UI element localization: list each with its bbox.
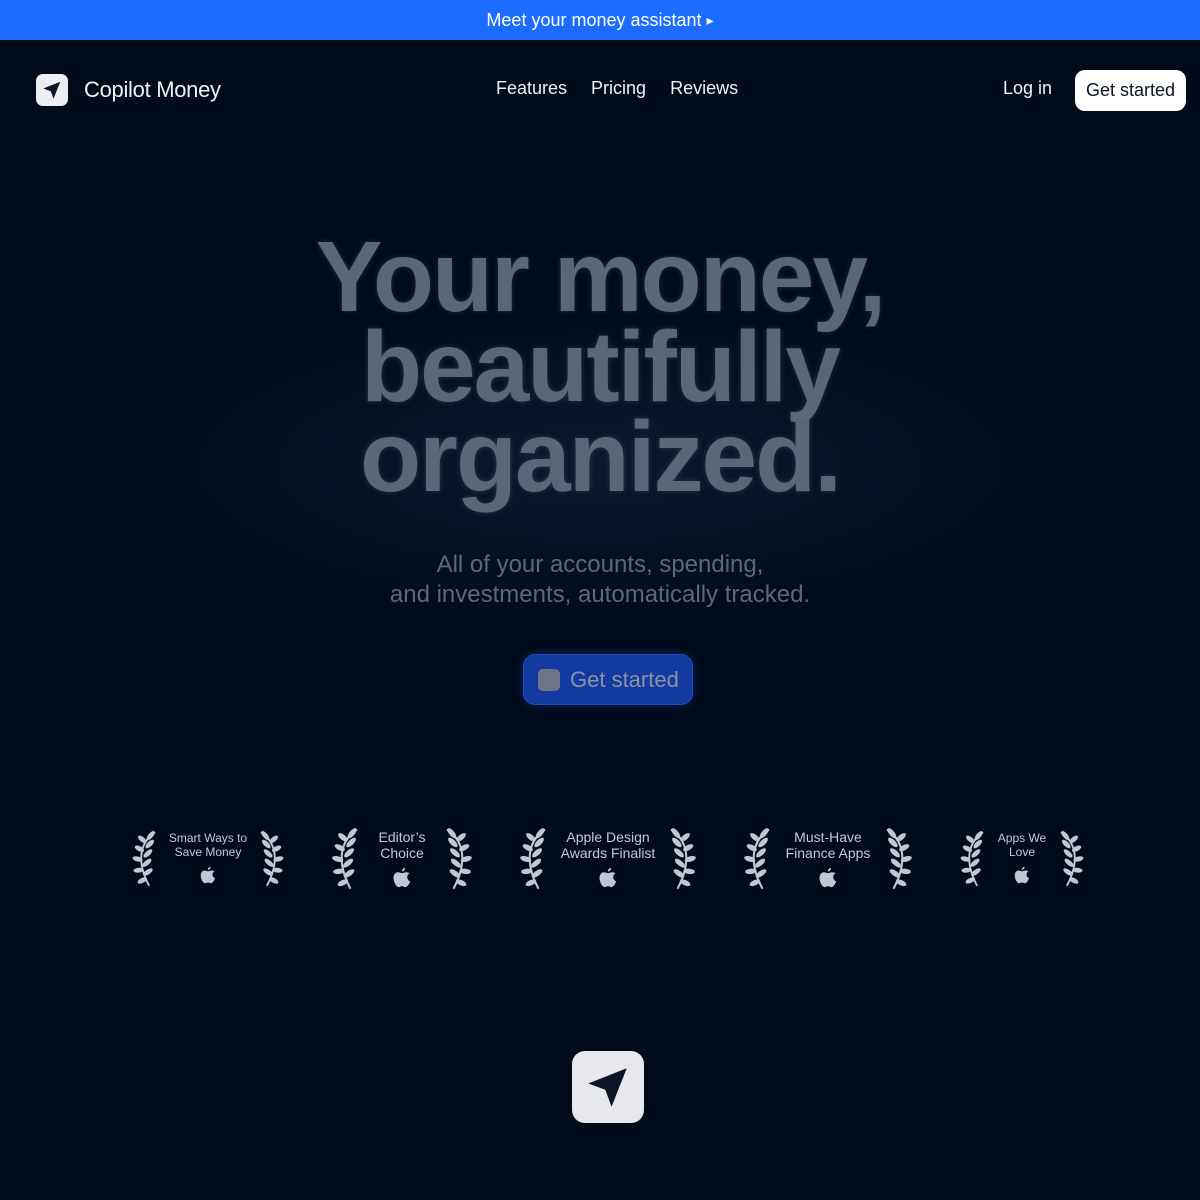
announcement-banner[interactable]: Meet your money assistant ▸ <box>0 0 1200 40</box>
award-must-have-finance: Must-Have Finance Apps <box>743 827 913 891</box>
award-title: Apps We <box>997 831 1047 845</box>
award-title: Smart Ways to <box>168 831 248 845</box>
laurel-left-icon <box>959 830 989 888</box>
laurel-right-icon <box>1055 830 1085 888</box>
laurel-right-icon <box>665 827 697 891</box>
award-apps-we-love: Apps We Love <box>959 830 1085 888</box>
laurel-left-icon <box>519 827 551 891</box>
apple-icon <box>393 867 411 888</box>
hero-headline-line: Your money, <box>315 221 887 333</box>
hero-subtitle-line: All of your accounts, spending, <box>436 551 764 578</box>
nav-links: Features Pricing Reviews <box>484 78 750 99</box>
hero-headline-line: beautifully <box>360 311 841 423</box>
hero-headline-line: organized. <box>359 401 842 513</box>
award-apple-design-finalist: Apple Design Awards Finalist <box>519 827 697 891</box>
award-title: Choice <box>380 845 424 862</box>
banner-text: Meet your money assistant <box>486 9 702 30</box>
nav-link-pricing[interactable]: Pricing <box>591 78 646 99</box>
apple-icon <box>599 867 617 888</box>
laurel-left-icon <box>743 827 775 891</box>
hero-subtitle-line: and investments, automatically tracked. <box>389 581 811 608</box>
apple-icon <box>200 866 216 884</box>
hero-cta-label: Get started <box>570 666 679 692</box>
page: Meet your money assistant ▸ Copilot Mone… <box>0 0 1200 1200</box>
app-icon <box>538 668 560 691</box>
award-title: Save Money <box>174 844 242 859</box>
award-editors-choice: Editor’s Choice <box>331 827 473 891</box>
nav-link-reviews[interactable]: Reviews <box>670 78 738 99</box>
get-started-button[interactable]: Get started <box>1075 70 1186 111</box>
award-title: Love <box>1008 844 1036 859</box>
brand-logo[interactable]: Copilot Money <box>36 74 221 106</box>
paper-plane-icon <box>572 1051 644 1123</box>
top-nav: Copilot Money Features Pricing Reviews L… <box>0 40 1200 140</box>
hero-subtitle: All of your accounts, spending, and inve… <box>0 550 1200 610</box>
award-content: Editor’s Choice <box>363 829 441 888</box>
hero-get-started-button[interactable]: Get started <box>523 654 693 705</box>
award-content: Apple Design Awards Finalist <box>551 829 665 888</box>
brand-name: Copilot Money <box>84 77 221 102</box>
award-content: Must-Have Finance Apps <box>775 829 881 888</box>
apple-icon <box>819 867 837 888</box>
award-title: Apple Design <box>566 829 650 845</box>
laurel-right-icon <box>881 827 913 891</box>
award-title: Must-Have <box>794 829 862 845</box>
award-title: Finance Apps <box>785 845 871 862</box>
play-arrow-icon: ▸ <box>706 11 714 28</box>
apple-icon <box>1014 866 1030 884</box>
nav-link-features[interactable]: Features <box>496 78 567 99</box>
hero-headline: Your money, beautifully organized. <box>0 221 1200 513</box>
laurel-left-icon <box>331 827 363 891</box>
laurel-left-icon <box>131 830 161 888</box>
award-content: Apps We Love <box>989 831 1055 884</box>
paper-plane-icon <box>36 74 68 106</box>
award-smart-ways: Smart Ways to Save Money <box>131 830 285 888</box>
login-link[interactable]: Log in <box>1003 78 1052 99</box>
award-content: Smart Ways to Save Money <box>161 831 255 884</box>
laurel-right-icon <box>441 827 473 891</box>
award-title: Editor’s <box>378 829 426 845</box>
laurel-right-icon <box>255 830 285 888</box>
award-title: Awards Finalist <box>560 845 656 862</box>
